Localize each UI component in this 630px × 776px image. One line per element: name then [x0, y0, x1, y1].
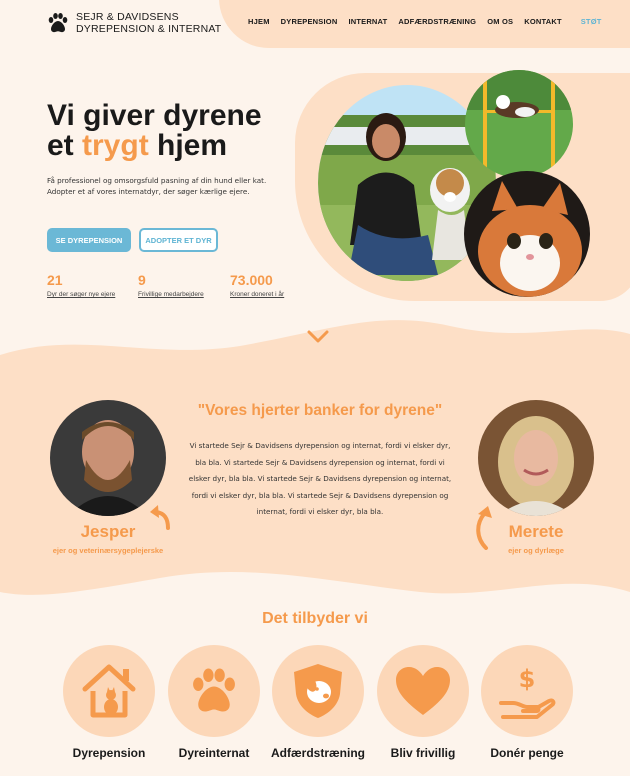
see-pension-button[interactable]: SE DYREPENSION	[47, 228, 131, 252]
service-label: Dyrepension	[72, 746, 146, 760]
paw-icon	[193, 668, 235, 712]
service-label: Dyreinternat	[178, 746, 250, 760]
hero-lead: Få professionel og omsorgsfuld pasning a…	[47, 176, 267, 196]
hero-title-pre: et	[47, 129, 83, 162]
service-doner-penge[interactable]: $ Donér penge	[479, 645, 575, 760]
service-label: Donér penge	[490, 746, 564, 760]
merete-photo	[478, 400, 594, 516]
shield-dog-icon	[294, 664, 342, 718]
service-icon-circle	[272, 645, 364, 737]
service-icon-circle	[63, 645, 155, 737]
house-cat-icon	[82, 664, 136, 718]
about-quote: "Vores hjerter banker for dyrene"	[197, 402, 443, 419]
curved-arrow-icon	[476, 506, 492, 550]
nav-item-om-os[interactable]: OM OS	[487, 17, 513, 26]
hero-title-accent: trygt	[82, 129, 149, 162]
paw-icon	[48, 13, 68, 33]
service-dyrepension[interactable]: Dyrepension	[61, 645, 157, 760]
main-nav: HJEM DYREPENSION INTERNAT ADFÆRDSTRÆNING…	[248, 17, 602, 26]
heart-icon	[396, 667, 450, 715]
cat-photo	[464, 171, 590, 297]
hero-title: Vi giver dyrene et trygt hjem	[47, 101, 307, 161]
service-dyreinternat[interactable]: Dyreinternat	[166, 645, 262, 760]
nav-item-dyrepension[interactable]: DYREPENSION	[281, 17, 338, 26]
service-icon-circle	[377, 645, 469, 737]
stat-value: 9	[138, 272, 146, 288]
jesper-role: ejer og veterinærsygeplejerske	[52, 546, 164, 555]
about-text: Vi startede Sejr & Davidsens dyrepension…	[188, 441, 452, 516]
adopt-button[interactable]: ADOPTER ET DYR	[139, 228, 218, 252]
stat-label: Frivillige medarbejdere	[138, 291, 204, 298]
nav-item-stot[interactable]: STØT	[581, 17, 602, 26]
stat-donations: 73.000 Kroner doneret i år	[230, 272, 284, 298]
nav-item-kontakt[interactable]: KONTAKT	[524, 17, 562, 26]
jesper-photo	[50, 400, 166, 516]
chevron-down-icon[interactable]	[307, 330, 329, 344]
brand-line1: SEJR & DAVIDSENS	[76, 11, 179, 23]
service-icon-circle	[168, 645, 260, 737]
service-label: Bliv frivillig	[390, 746, 456, 760]
stat-label: Dyr der søger nye ejere	[47, 291, 116, 298]
hero-title-line1: Vi giver dyrene	[47, 99, 262, 132]
services-title: Det tilbyder vi	[262, 610, 368, 627]
stat-volunteers: 9 Frivillige medarbejdere	[138, 272, 204, 298]
logo[interactable]: SEJR & DAVIDSENS DYREPENSION & INTERNAT	[46, 11, 221, 35]
nav-item-adfaerdstraening[interactable]: ADFÆRDSTRÆNING	[398, 17, 476, 26]
service-label: Adfærdstræning	[271, 746, 365, 760]
curved-arrow-icon	[150, 505, 170, 530]
stat-value: 73.000	[230, 272, 273, 288]
agility-dog-photo	[465, 70, 573, 178]
service-adfaerdstraening[interactable]: Adfærdstræning	[270, 645, 366, 760]
stat-label: Kroner doneret i år	[230, 291, 285, 298]
nav-item-hjem[interactable]: HJEM	[248, 17, 270, 26]
brand-line2: DYREPENSION & INTERNAT	[76, 23, 222, 35]
stat-value: 21	[47, 272, 63, 288]
svg-text:$: $	[519, 665, 536, 693]
stat-animals: 21 Dyr der søger nye ejere	[47, 272, 115, 298]
service-bliv-frivillig[interactable]: Bliv frivillig	[375, 645, 471, 760]
hand-money-icon: $	[499, 665, 556, 719]
hero-title-line2: et trygt hjem	[47, 131, 307, 161]
nav-item-internat[interactable]: INTERNAT	[348, 17, 387, 26]
hero-title-post: hjem	[148, 129, 228, 162]
service-icon-circle: $	[481, 645, 573, 737]
brand-name: SEJR & DAVIDSENS DYREPENSION & INTERNAT	[76, 11, 221, 35]
